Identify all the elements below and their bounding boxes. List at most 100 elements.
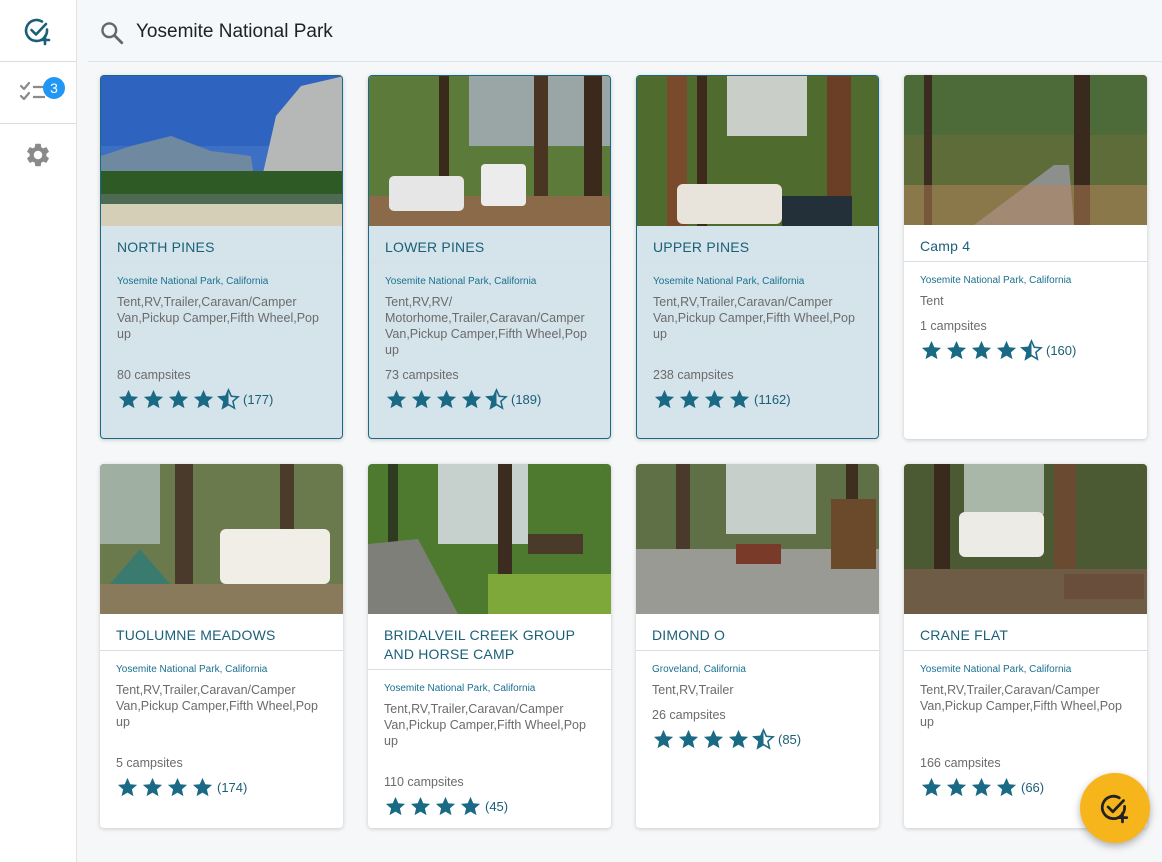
campground-equipment-types: Tent — [920, 294, 944, 308]
campground-name: CRANE FLAT — [920, 627, 1009, 643]
campground-card[interactable]: BRIDALVEIL CREEK GROUP AND HORSE CAMP Yo… — [368, 464, 611, 828]
star-icon — [704, 389, 725, 409]
search-bar — [88, 2, 1162, 62]
gear-icon — [27, 143, 49, 167]
review-count: (174) — [217, 780, 248, 795]
campground-photo — [101, 76, 342, 226]
campground-location: Yosemite National Park, California — [384, 683, 536, 694]
search-input[interactable] — [136, 12, 1036, 52]
campground-card[interactable]: TUOLUMNE MEADOWS Yosemite National Park,… — [100, 464, 343, 828]
campground-sites-count: 1 campsites — [920, 319, 987, 333]
campground-photo — [637, 76, 878, 226]
star-icon — [410, 796, 431, 816]
campground-rating: (189) — [385, 388, 541, 411]
campground-name: BRIDALVEIL CREEK GROUP AND HORSE CAMP — [384, 627, 575, 662]
campground-card[interactable]: Camp 4 Yosemite National Park, Californi… — [904, 75, 1147, 439]
campground-photo — [636, 464, 879, 614]
divider — [636, 650, 879, 651]
campground-photo — [369, 76, 610, 226]
campground-sites-count: 5 campsites — [116, 756, 183, 770]
star-icon — [921, 777, 942, 797]
campground-equipment-types: Tent,RV,Trailer,Caravan/Camper Van,Picku… — [384, 702, 586, 748]
star-icon — [117, 777, 138, 797]
star-icon — [193, 389, 214, 409]
search-icon[interactable] — [99, 20, 125, 46]
check-circle-plus-icon — [1100, 794, 1129, 824]
add-to-checklist-fab[interactable] — [1080, 773, 1150, 843]
campground-name: DIMOND O — [652, 627, 726, 643]
divider — [369, 262, 610, 263]
campground-equipment-types: Tent,RV,Trailer — [652, 683, 734, 697]
campground-rating: (45) — [384, 795, 508, 818]
campground-sites-count: 110 campsites — [384, 775, 464, 789]
review-count: (160) — [1046, 343, 1077, 358]
star-icon — [411, 389, 432, 409]
star-icon — [461, 389, 482, 409]
divider — [637, 262, 878, 263]
half-star-icon — [752, 728, 775, 750]
star-icon — [996, 777, 1017, 797]
campground-equipment-types: Tent,RV,Trailer,Caravan/Camper Van,Picku… — [116, 683, 318, 729]
star-icon — [946, 340, 967, 360]
campground-photo — [100, 464, 343, 614]
campground-location: Yosemite National Park, California — [920, 275, 1072, 286]
half-star-icon — [485, 388, 508, 410]
nav-checklist-button[interactable] — [0, 63, 76, 124]
campground-location: Yosemite National Park, California — [920, 664, 1072, 675]
nav-settings-button[interactable] — [0, 125, 76, 185]
review-count: (189) — [511, 392, 542, 407]
campground-location: Yosemite National Park, California — [116, 664, 268, 675]
campground-rating: (66) — [920, 776, 1044, 799]
star-icon — [653, 729, 674, 749]
campground-rating: (160) — [920, 339, 1076, 362]
star-icon — [143, 389, 164, 409]
sidebar: 3 — [0, 0, 77, 862]
campground-sites-count: 166 campsites — [920, 756, 1001, 770]
star-icon — [168, 389, 189, 409]
campground-equipment-types: Tent,RV,Trailer,Caravan/Camper Van,Picku… — [653, 295, 855, 341]
campground-card[interactable]: UPPER PINES Yosemite National Park, Cali… — [636, 75, 879, 439]
campground-rating: (177) — [117, 388, 273, 411]
campground-card[interactable]: NORTH PINES Yosemite National Park, Cali… — [100, 75, 343, 439]
campground-rating: (1162) — [653, 388, 791, 411]
half-star-icon — [1020, 339, 1043, 361]
star-icon — [678, 729, 699, 749]
campground-name: Camp 4 — [920, 238, 971, 254]
campground-photo — [904, 464, 1147, 614]
campground-location: Yosemite National Park, California — [385, 276, 537, 287]
review-count: (1162) — [754, 392, 791, 407]
campground-equipment-types: Tent,RV,Trailer,Caravan/Camper Van,Picku… — [920, 683, 1122, 729]
star-icon — [192, 777, 213, 797]
star-icon — [728, 729, 749, 749]
campground-sites-count: 73 campsites — [385, 368, 459, 382]
star-icon — [167, 777, 188, 797]
star-icon — [385, 796, 406, 816]
campground-photo — [904, 75, 1147, 225]
campground-location: Yosemite National Park, California — [117, 276, 269, 287]
star-icon — [460, 796, 481, 816]
star-icon — [996, 340, 1017, 360]
campground-rating: (85) — [652, 728, 801, 751]
nav-add-checklist-button[interactable] — [0, 0, 76, 62]
campground-photo — [368, 464, 611, 614]
campground-location: Groveland, California — [652, 664, 746, 675]
check-circle-plus-icon — [24, 18, 51, 45]
review-count: (45) — [485, 799, 509, 814]
campground-card[interactable]: DIMOND O Groveland, California Tent,RV,T… — [636, 464, 879, 828]
divider — [904, 261, 1147, 262]
campground-sites-count: 26 campsites — [652, 708, 726, 722]
star-icon — [142, 777, 163, 797]
campground-card[interactable]: LOWER PINES Yosemite National Park, Cali… — [368, 75, 611, 439]
campground-name: TUOLUMNE MEADOWS — [116, 627, 276, 643]
campground-location: Yosemite National Park, California — [653, 276, 805, 287]
campground-equipment-types: Tent,RV,RV/ Motorhome,Trailer,Caravan/Ca… — [385, 295, 587, 357]
divider — [368, 669, 611, 670]
campground-equipment-types: Tent,RV,Trailer,Caravan/Camper Van,Picku… — [117, 295, 319, 341]
star-icon — [703, 729, 724, 749]
review-count: (85) — [778, 732, 802, 747]
star-icon — [679, 389, 700, 409]
star-icon — [118, 389, 139, 409]
star-icon — [971, 777, 992, 797]
star-icon — [971, 340, 992, 360]
divider — [904, 650, 1147, 651]
